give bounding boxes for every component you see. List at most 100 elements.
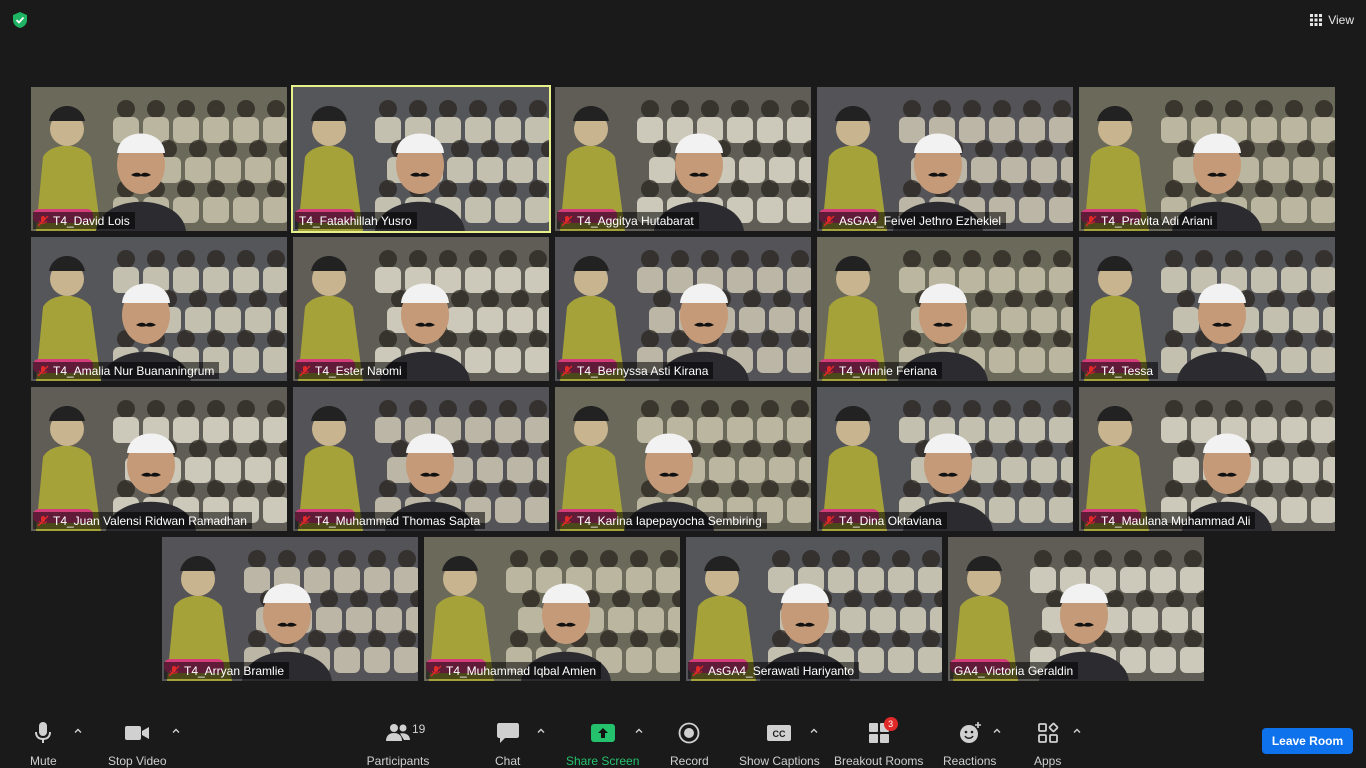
video-feed bbox=[424, 537, 680, 681]
participant-name: T4_Vinnie Feriana bbox=[839, 363, 937, 378]
breakout-badge: 3 bbox=[883, 717, 898, 731]
participant-tile[interactable]: T4_Arryan Bramlie bbox=[162, 537, 418, 681]
participant-tile[interactable]: T4_David Lois bbox=[31, 87, 287, 231]
chat-button[interactable]: Chat bbox=[495, 720, 520, 768]
participant-name: T4_Bernyssa Asti Kirana bbox=[577, 363, 709, 378]
participant-name-tag: T4_Vinnie Feriana bbox=[819, 362, 942, 379]
video-feed bbox=[31, 87, 287, 231]
muted-mic-icon bbox=[37, 215, 49, 226]
meeting-toolbar: Mute Stop Video 19 Participants Chat Sha… bbox=[0, 712, 1366, 768]
participant-name-tag: T4_Muhammad Thomas Sapta bbox=[295, 512, 486, 529]
participant-name: T4_Juan Valensi Ridwan Ramadhan bbox=[53, 513, 247, 528]
smiley-reaction-icon bbox=[959, 722, 981, 743]
record-button[interactable]: Record bbox=[670, 720, 709, 768]
participant-name: T4_Muhammad Iqbal Amien bbox=[446, 663, 597, 678]
reactions-button[interactable]: Reactions bbox=[943, 720, 996, 768]
video-feed bbox=[555, 87, 811, 231]
participant-tile[interactable]: T4_Fatakhillah Yusro bbox=[291, 85, 551, 233]
participant-name-tag: T4_Juan Valensi Ridwan Ramadhan bbox=[33, 512, 252, 529]
video-feed bbox=[293, 87, 549, 231]
participant-name: T4_Arryan Bramlie bbox=[184, 663, 285, 678]
svg-text:CC: CC bbox=[773, 729, 786, 739]
participant-tile[interactable]: T4_Vinnie Feriana bbox=[817, 237, 1073, 381]
participant-name-tag: AsGA4_Feivel Jethro Ezhekiel bbox=[819, 212, 1007, 229]
apps-icon bbox=[1037, 722, 1058, 743]
participant-name: T4_Dina Oktaviana bbox=[839, 513, 942, 528]
participant-name-tag: T4_Arryan Bramlie bbox=[164, 662, 290, 679]
participant-name: T4_David Lois bbox=[53, 213, 130, 228]
participant-name: T4_Aggitya Hutabarat bbox=[577, 213, 694, 228]
muted-mic-icon bbox=[430, 665, 442, 676]
muted-mic-icon bbox=[299, 365, 311, 376]
participant-tile[interactable]: T4_Tessa bbox=[1079, 237, 1335, 381]
participant-name-tag: T4_Fatakhillah Yusro bbox=[295, 212, 417, 229]
participant-tile[interactable]: T4_Muhammad Iqbal Amien bbox=[424, 537, 680, 681]
mute-button[interactable]: Mute bbox=[30, 720, 57, 768]
closed-captions-icon: CC bbox=[767, 725, 792, 741]
participant-tile[interactable]: AsGA4_Feivel Jethro Ezhekiel bbox=[817, 87, 1073, 231]
apps-button[interactable]: Apps bbox=[1034, 720, 1061, 768]
participant-name: AsGA4_Feivel Jethro Ezhekiel bbox=[839, 213, 1002, 228]
muted-mic-icon bbox=[1085, 515, 1097, 526]
participant-name: T4_Karina Iapepayocha Sembiring bbox=[577, 513, 762, 528]
participant-tile[interactable]: T4_Aggitya Hutabarat bbox=[555, 87, 811, 231]
participant-tile[interactable]: T4_Juan Valensi Ridwan Ramadhan bbox=[31, 387, 287, 531]
muted-mic-icon bbox=[1085, 365, 1097, 376]
muted-mic-icon bbox=[561, 515, 573, 526]
participant-name-tag: T4_Bernyssa Asti Kirana bbox=[557, 362, 714, 379]
participant-tile[interactable]: T4_Bernyssa Asti Kirana bbox=[555, 237, 811, 381]
participant-name: T4_Muhammad Thomas Sapta bbox=[315, 513, 481, 528]
participant-tile[interactable]: T4_Pravita Adi Ariani bbox=[1079, 87, 1335, 231]
reactions-options-caret-icon[interactable] bbox=[992, 726, 1002, 736]
participant-tile[interactable]: AsGA4_Serawati Hariyanto bbox=[686, 537, 942, 681]
leave-room-button[interactable]: Leave Room bbox=[1262, 728, 1353, 754]
chat-options-caret-icon[interactable] bbox=[536, 726, 546, 736]
participant-name: T4_Maulana Muhammad Ali bbox=[1101, 513, 1251, 528]
participants-icon bbox=[386, 724, 410, 741]
participant-tile[interactable]: T4_Dina Oktaviana bbox=[817, 387, 1073, 531]
muted-mic-icon bbox=[37, 515, 49, 526]
share-screen-arrow-icon bbox=[590, 724, 615, 742]
mute-options-caret-icon[interactable] bbox=[73, 726, 83, 736]
stop-video-button[interactable]: Stop Video bbox=[108, 720, 167, 768]
participant-name-tag: AsGA4_Serawati Hariyanto bbox=[688, 662, 860, 679]
microphone-icon bbox=[35, 722, 52, 743]
participant-name: T4_Ester Naomi bbox=[315, 363, 402, 378]
muted-mic-icon bbox=[823, 365, 835, 376]
participant-tile[interactable]: T4_Muhammad Thomas Sapta bbox=[293, 387, 549, 531]
share-options-caret-icon[interactable] bbox=[634, 726, 644, 736]
participant-name-tag: T4_Pravita Adi Ariani bbox=[1081, 212, 1218, 229]
muted-mic-icon bbox=[1085, 215, 1097, 226]
participant-name-tag: T4_Dina Oktaviana bbox=[819, 512, 947, 529]
participant-name-tag: T4_Aggitya Hutabarat bbox=[557, 212, 699, 229]
video-options-caret-icon[interactable] bbox=[171, 726, 181, 736]
participant-tile[interactable]: T4_Amalia Nur Buananingrum bbox=[31, 237, 287, 381]
video-feed bbox=[817, 237, 1073, 381]
participant-name: T4_Tessa bbox=[1101, 363, 1154, 378]
video-feed bbox=[1079, 387, 1335, 531]
video-feed bbox=[162, 537, 418, 681]
participants-button[interactable]: 19 Participants bbox=[366, 720, 430, 768]
video-feed bbox=[948, 537, 1204, 681]
video-feed bbox=[555, 387, 811, 531]
captions-options-caret-icon[interactable] bbox=[809, 726, 819, 736]
participants-count: 19 bbox=[412, 722, 426, 736]
muted-mic-icon bbox=[823, 515, 835, 526]
share-screen-button[interactable]: Share Screen bbox=[566, 720, 639, 768]
participant-tile[interactable]: T4_Maulana Muhammad Ali bbox=[1079, 387, 1335, 531]
video-feed bbox=[293, 387, 549, 531]
muted-mic-icon bbox=[37, 365, 49, 376]
apps-options-caret-icon[interactable] bbox=[1072, 726, 1082, 736]
participant-name-tag: T4_Maulana Muhammad Ali bbox=[1081, 512, 1256, 529]
show-captions-button[interactable]: CC Show Captions bbox=[739, 720, 820, 768]
participant-tile[interactable]: GA4_Victoria Geraldin bbox=[948, 537, 1204, 681]
muted-mic-icon bbox=[168, 665, 180, 676]
participant-name-tag: T4_Amalia Nur Buananingrum bbox=[33, 362, 220, 379]
participant-tile[interactable]: T4_Karina Iapepayocha Sembiring bbox=[555, 387, 811, 531]
participant-tile[interactable]: T4_Ester Naomi bbox=[293, 237, 549, 381]
breakout-rooms-button[interactable]: 3 Breakout Rooms bbox=[834, 717, 923, 768]
participant-name: T4_Fatakhillah Yusro bbox=[299, 213, 412, 228]
video-feed bbox=[31, 387, 287, 531]
participant-name: T4_Pravita Adi Ariani bbox=[1101, 213, 1213, 228]
muted-mic-icon bbox=[561, 215, 573, 226]
